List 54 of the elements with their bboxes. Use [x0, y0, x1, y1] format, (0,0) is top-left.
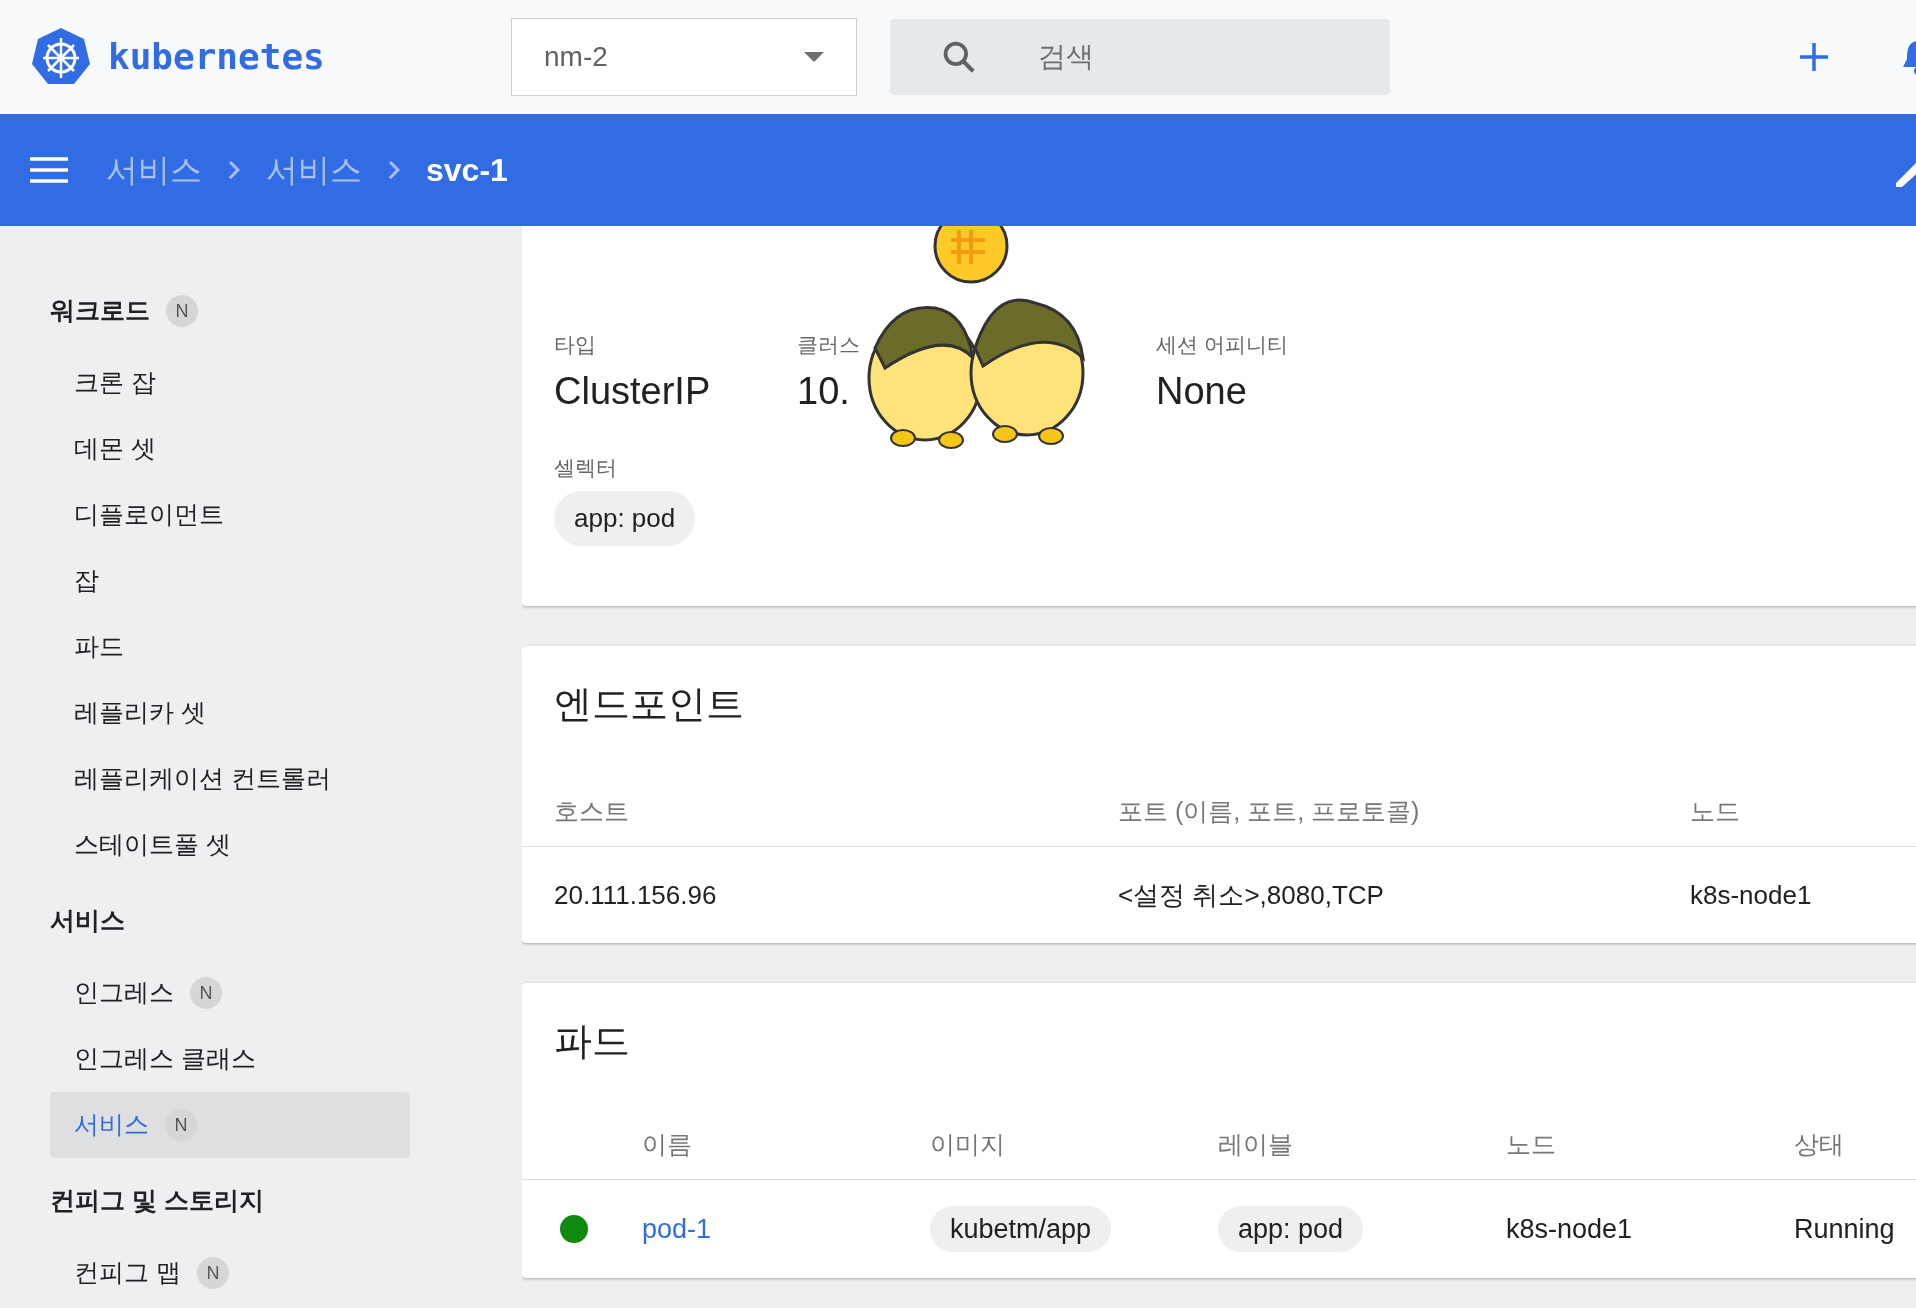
field-value: ClusterIP — [554, 368, 712, 414]
card-title: 엔드포인트 — [553, 682, 745, 727]
sidebar-group-heading[interactable]: 워크로드 — [50, 292, 150, 330]
sidebar-item[interactable]: 레플리카 셋 — [50, 680, 410, 746]
column-header: 호스트 — [554, 796, 629, 825]
field-label: 클러스 — [797, 332, 861, 358]
sidebar-item[interactable]: 파드 — [50, 614, 410, 680]
sidebar-item[interactable]: 인그레스 클래스 — [50, 1026, 410, 1092]
sidebar-item[interactable]: 크론 잡 — [50, 350, 410, 416]
sidebar-item[interactable]: 잡 — [50, 548, 410, 614]
search-field[interactable]: 검색 — [890, 19, 1390, 95]
field-value: 10. — [797, 368, 851, 414]
breadcrumb-item: svc-1 — [426, 151, 508, 190]
sidebar-group-heading[interactable]: 서비스 — [50, 902, 125, 940]
namespace-select[interactable]: nm-2 — [511, 18, 857, 96]
sidebar-item[interactable]: 레플리케이션 컨트롤러 — [50, 746, 410, 812]
column-header: 노드 — [1690, 796, 1740, 825]
table-cell: k8s-node1 — [1506, 1213, 1633, 1244]
sidebar-item[interactable]: 컨피그 맵 N — [50, 1240, 410, 1306]
plus-icon[interactable] — [1798, 41, 1830, 73]
chevron-right-icon — [228, 160, 240, 180]
new-badge: N — [190, 977, 222, 1009]
column-header: 이름 — [642, 1129, 692, 1158]
sidebar-group-heading[interactable]: 컨피그 및 스토리지 — [50, 1182, 264, 1220]
label-chip: app: pod — [554, 491, 696, 546]
menu-icon[interactable] — [30, 157, 68, 183]
logo-text: kubernetes — [108, 35, 325, 79]
sidebar-item[interactable]: 데몬 셋 — [50, 416, 410, 482]
sidebar-item[interactable]: 스테이트풀 셋 — [50, 812, 410, 878]
new-badge: N — [165, 1109, 197, 1141]
sidebar-item[interactable]: 디플로이먼트 — [50, 482, 410, 548]
sidebar-item[interactable]: 인그레스 N — [50, 960, 410, 1026]
column-header: 이미지 — [930, 1129, 1005, 1158]
label-chip: app: pod — [1218, 1205, 1364, 1252]
column-header: 레이블 — [1218, 1129, 1293, 1158]
column-header: 노드 — [1506, 1129, 1556, 1158]
image-chip: kubetm/app — [930, 1205, 1112, 1252]
pod-link[interactable]: pod-1 — [642, 1213, 712, 1244]
field-label: 타입 — [554, 332, 597, 358]
table-cell: k8s-node1 — [1690, 879, 1812, 910]
dropdown-caret-icon — [804, 52, 824, 62]
table-cell: Running — [1794, 1213, 1895, 1244]
sidebar-item[interactable]: 서비스 N — [50, 1092, 410, 1158]
new-badge: N — [166, 295, 198, 327]
table-cell: <설정 취소>,8080,TCP — [1118, 879, 1384, 910]
field-label: 세션 어피니티 — [1156, 332, 1289, 358]
field-label: 셀렉터 — [554, 454, 618, 481]
field-value: None — [1156, 368, 1248, 414]
new-badge: N — [196, 1257, 229, 1289]
card-title: 파드 — [553, 1019, 631, 1064]
column-header: 상태 — [1794, 1129, 1844, 1158]
table-cell: 20.111.156.96 — [554, 879, 717, 910]
chevron-right-icon — [388, 160, 400, 180]
column-header: 포트 (이름, 포트, 프로토콜) — [1118, 796, 1420, 825]
